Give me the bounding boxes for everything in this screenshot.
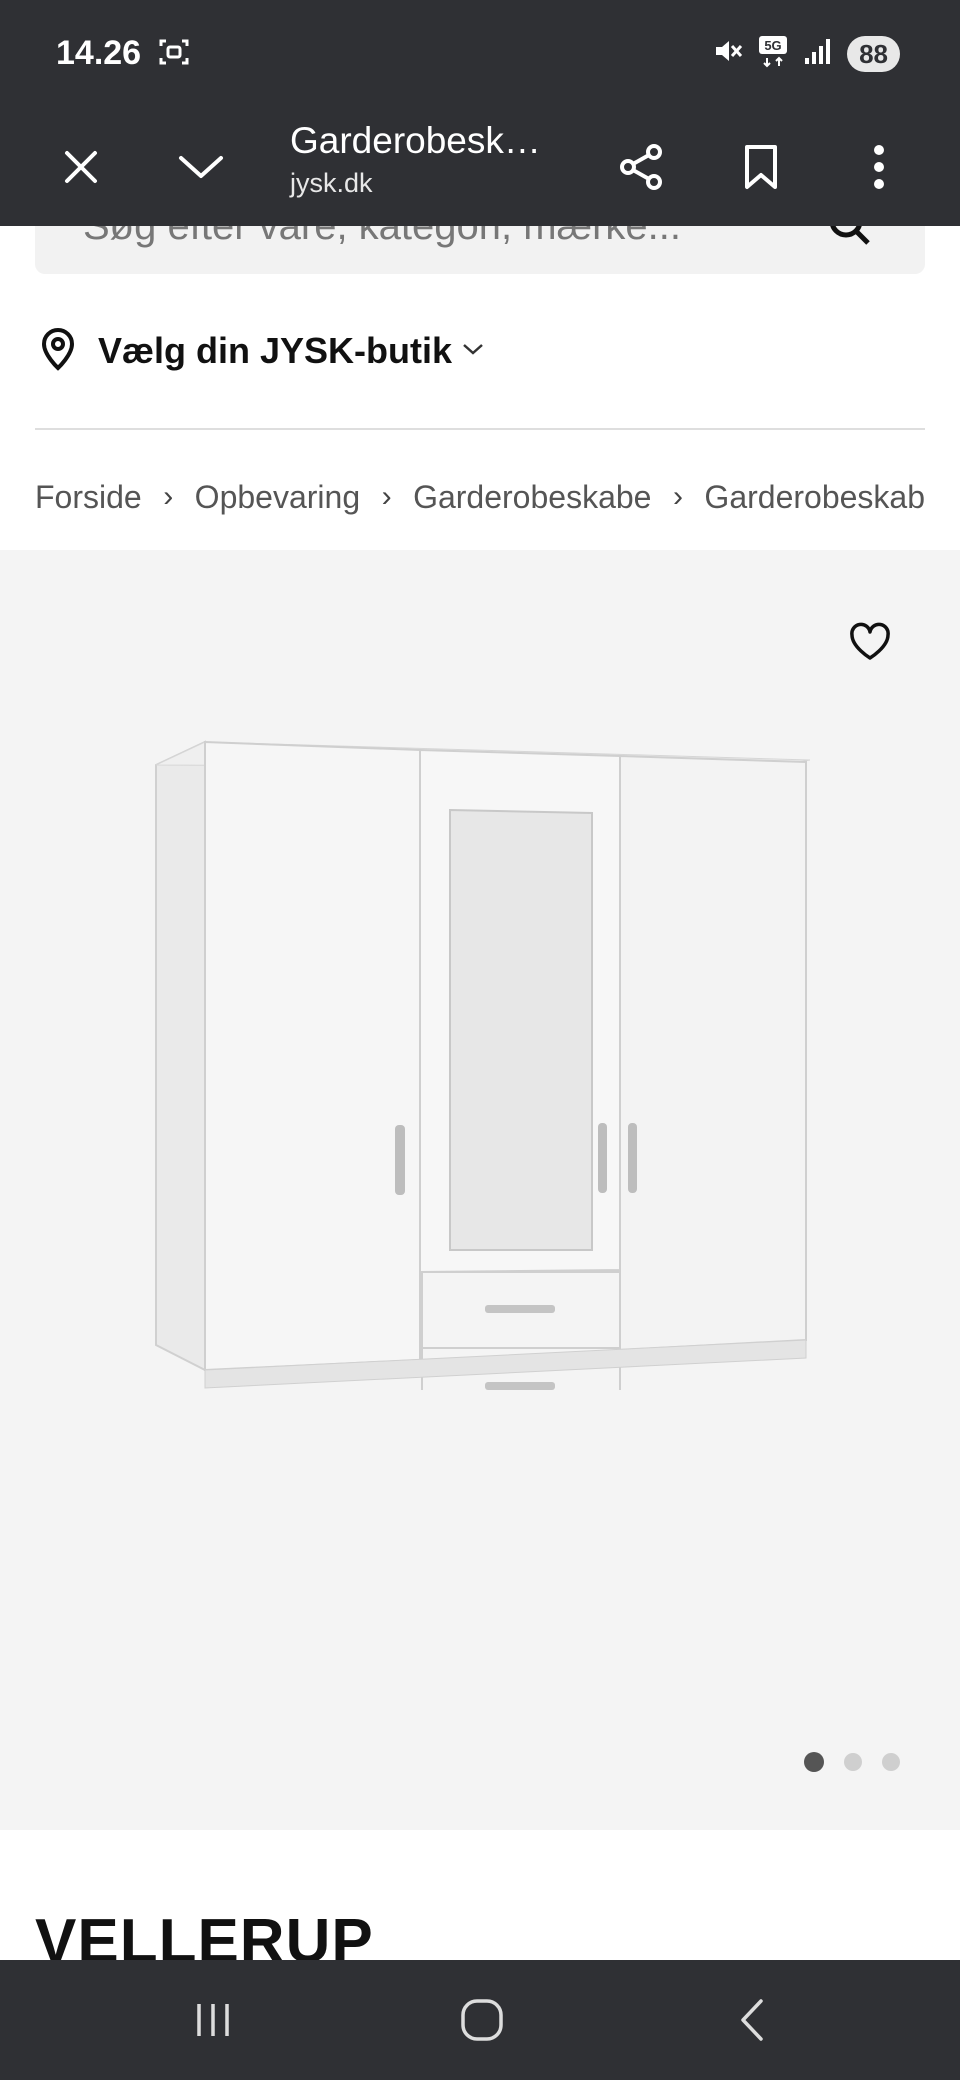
pagination-dot-1[interactable] <box>804 1752 824 1772</box>
back-icon[interactable] <box>712 1990 792 2050</box>
svg-text:5G: 5G <box>764 38 781 53</box>
battery-badge: 88 <box>847 35 900 72</box>
chevron-right-icon: › <box>163 480 174 513</box>
breadcrumb-item-forside[interactable]: Forside <box>35 479 142 516</box>
breadcrumb: Forside › Opbevaring › Garderobeskabe › … <box>35 474 925 520</box>
breadcrumb-item-opbevaring[interactable]: Opbevaring <box>195 479 360 516</box>
page-title: Garderobesk… <box>290 120 541 161</box>
chevron-right-icon: › <box>672 480 683 513</box>
chevron-right-icon: › <box>381 480 392 513</box>
recent-apps-icon[interactable] <box>173 1990 253 2050</box>
mute-icon <box>713 36 743 71</box>
5g-icon: 5G <box>757 34 789 73</box>
search-input[interactable]: Søg efter vare, kategori, mærke... <box>35 226 925 274</box>
status-indicators: 5G 88 <box>713 34 900 73</box>
divider <box>35 428 925 430</box>
screenshot-icon <box>158 36 190 68</box>
breadcrumb-item-garderobeskab[interactable]: Garderobeskab <box>704 479 925 516</box>
status-bar: 14.26 5G 88 <box>0 0 960 108</box>
search-icon[interactable] <box>825 226 875 255</box>
bookmark-icon[interactable] <box>730 136 792 198</box>
home-icon[interactable] <box>442 1990 522 2050</box>
product-image-gallery[interactable] <box>0 550 960 1830</box>
store-selector[interactable]: Vælg din JYSK-butik <box>38 326 484 376</box>
system-navigation-bar <box>0 1960 960 2080</box>
more-options-icon[interactable] <box>848 136 910 198</box>
heart-icon[interactable] <box>848 622 892 667</box>
breadcrumb-item-garderobeskabe[interactable]: Garderobeskabe <box>413 479 651 516</box>
share-icon[interactable] <box>610 136 672 198</box>
chevron-down-icon <box>462 342 484 361</box>
store-label: Vælg din JYSK-butik <box>98 330 453 371</box>
gallery-pagination[interactable] <box>804 1752 900 1772</box>
product-image <box>155 740 810 1390</box>
signal-icon <box>803 36 833 71</box>
page-title-block[interactable]: Garderobesk… jysk.dk <box>290 112 590 199</box>
pagination-dot-2[interactable] <box>844 1753 862 1771</box>
status-time: 14.26 <box>56 34 142 72</box>
chevron-down-icon[interactable] <box>170 136 232 198</box>
pagination-dot-3[interactable] <box>882 1753 900 1771</box>
browser-toolbar: Garderobesk… jysk.dk <box>0 108 960 226</box>
location-pin-icon <box>38 327 78 376</box>
close-icon[interactable] <box>50 136 112 198</box>
search-placeholder: Søg efter vare, kategori, mærke... <box>83 226 681 248</box>
page-domain: jysk.dk <box>290 168 373 198</box>
